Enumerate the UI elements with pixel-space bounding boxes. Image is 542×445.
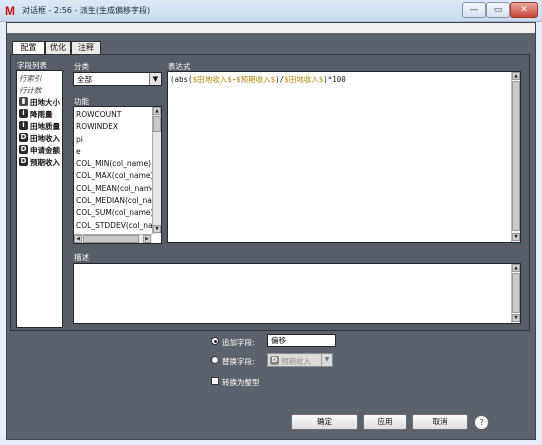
scroll-thumb[interactable]: [512, 81, 520, 231]
category-select[interactable]: 全部 ▼: [73, 72, 162, 86]
list-item[interactable]: COL_MAX(col_name): [76, 171, 153, 180]
list-item[interactable]: pi: [76, 135, 83, 144]
list-item-row-index[interactable]: 行索引: [19, 73, 42, 84]
category-label: 分类: [74, 62, 89, 71]
scroll-thumb[interactable]: [83, 235, 139, 243]
expression-scrollbar[interactable]: ▲ ▼: [511, 72, 520, 242]
list-item-claim-amount[interactable]: D 申请金额: [19, 145, 60, 156]
scroll-right-icon[interactable]: ▶: [143, 235, 151, 243]
tab-comment[interactable]: 注释: [71, 41, 101, 54]
field-label: 田地质量: [30, 122, 60, 131]
replace-field-radio[interactable]: [211, 356, 219, 364]
function-list-horizontal-scrollbar[interactable]: ◀ ▶: [74, 234, 152, 243]
list-item-rainfall[interactable]: i 降雨量: [19, 109, 53, 120]
scroll-down-icon[interactable]: ▼: [512, 314, 520, 322]
window-title: 对话框 - 2:56 - 派生(生成偏移字段): [22, 6, 151, 15]
expression-token: $田地收入$: [284, 75, 324, 84]
scroll-up-icon[interactable]: ▲: [512, 264, 520, 272]
list-item[interactable]: e: [76, 147, 81, 156]
expression-editor[interactable]: (abs($田地收入$-$预期收入$)/$田地收入$)*100: [167, 71, 521, 243]
cancel-button[interactable]: 取消: [412, 414, 468, 430]
scroll-up-icon[interactable]: ▲: [153, 107, 161, 115]
chevron-down-icon[interactable]: ▼: [149, 73, 161, 85]
description-scrollbar[interactable]: ▲ ▼: [511, 264, 520, 323]
expression-token: (abs(: [170, 75, 193, 84]
tab-config[interactable]: 配置: [12, 41, 45, 55]
double-type-icon: D: [19, 145, 28, 154]
append-field-label: 追加字段:: [222, 338, 255, 347]
field-label: 降雨量: [30, 110, 53, 119]
list-item[interactable]: COL_MIN(col_name): [76, 159, 151, 168]
list-item-field-size[interactable]: ▮ 田地大小: [19, 97, 60, 108]
close-button[interactable]: ✕: [510, 2, 538, 18]
list-item-field-income[interactable]: D 田地收入: [19, 133, 60, 144]
help-icon[interactable]: ?: [474, 415, 489, 430]
list-item[interactable]: ROWINDEX: [76, 122, 118, 131]
list-item-field-quality[interactable]: i 田地质量: [19, 121, 60, 132]
minimize-button[interactable]: —: [462, 2, 486, 18]
description-label: 描述: [74, 253, 89, 262]
list-item-expected-income[interactable]: D 预期收入: [19, 157, 60, 168]
function-list[interactable]: ROWCOUNT ROWINDEX pi e COL_MIN(col_name)…: [73, 106, 162, 244]
field-label: 预期收入: [30, 158, 60, 167]
ruler-icon: ▮: [19, 97, 28, 106]
tab-optimize[interactable]: 优化: [45, 41, 71, 54]
replace-field-select[interactable]: D 预期收入 ▼: [267, 353, 333, 367]
list-item[interactable]: ROWCOUNT: [76, 110, 121, 119]
expression-token: $预期收入$: [236, 75, 276, 84]
double-type-icon: D: [19, 133, 28, 142]
append-field-radio[interactable]: [211, 337, 219, 345]
convert-int-label: 转换为整型: [222, 378, 260, 387]
expression-token: )/: [275, 75, 285, 84]
field-label: 田地收入: [30, 134, 60, 143]
list-item[interactable]: COL_MEAN(col_name): [76, 184, 159, 193]
scroll-down-icon[interactable]: ▼: [512, 233, 520, 241]
double-type-icon: D: [270, 356, 279, 365]
field-label: 申请金额: [30, 146, 60, 155]
list-item[interactable]: COL_STDDEV(col_name): [76, 221, 161, 230]
category-value: 全部: [77, 75, 92, 84]
replace-field-value: 预期收入: [281, 357, 311, 366]
scroll-left-icon[interactable]: ◀: [74, 235, 82, 243]
toolbar-strip: [7, 23, 535, 33]
description-textarea[interactable]: [73, 263, 521, 324]
list-item[interactable]: COL_SUM(col_name): [76, 208, 153, 217]
field-label: 田地大小: [30, 98, 60, 107]
append-field-input[interactable]: 偏移: [267, 334, 336, 347]
app-logo-icon: M: [5, 4, 15, 18]
maximize-button[interactable]: ▭: [486, 2, 510, 18]
chevron-down-icon[interactable]: ▼: [321, 354, 332, 366]
expression-token: $田地收入$: [192, 75, 232, 84]
scroll-thumb[interactable]: [153, 116, 161, 132]
expression-text: (abs($田地收入$-$预期收入$)/$田地收入$)*100: [170, 74, 346, 85]
replace-field-label: 替换字段:: [222, 357, 255, 366]
radio-selected-dot: [214, 340, 217, 343]
ok-button[interactable]: 确定: [291, 414, 358, 430]
function-list-vertical-scrollbar[interactable]: ▲ ▼: [152, 107, 161, 234]
integer-type-icon: i: [19, 121, 28, 130]
scroll-up-icon[interactable]: ▲: [512, 72, 520, 80]
expression-token: )*100: [323, 75, 346, 84]
scroll-thumb[interactable]: [512, 273, 520, 313]
integer-type-icon: i: [19, 109, 28, 118]
list-item[interactable]: COL_MEDIAN(col_name): [76, 196, 161, 205]
double-type-icon: D: [19, 157, 28, 166]
apply-button[interactable]: 应用: [363, 414, 407, 430]
field-list[interactable]: 行索引 行计数 ▮ 田地大小 i 降雨量 i 田地质量 D 田地收入 D 申请金额 D 预期…: [16, 70, 63, 328]
list-item-row-count[interactable]: 行计数: [19, 85, 42, 96]
scroll-down-icon[interactable]: ▼: [153, 225, 161, 233]
convert-int-checkbox[interactable]: [211, 377, 219, 385]
